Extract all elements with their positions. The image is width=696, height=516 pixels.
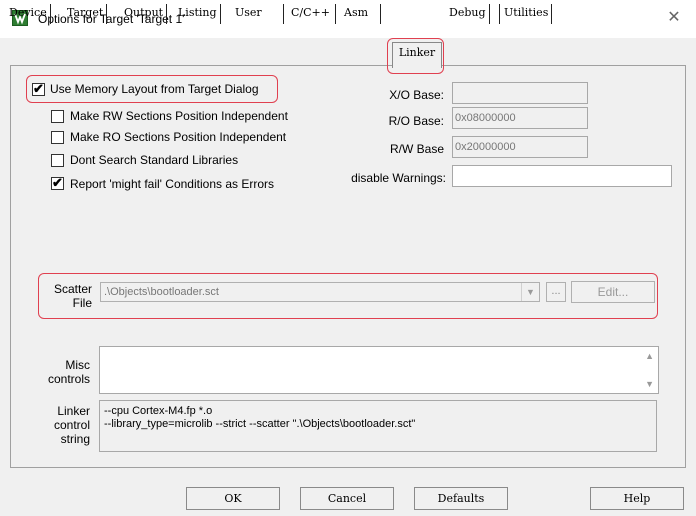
- tab-utilities[interactable]: Utilities: [499, 4, 553, 24]
- use-memory-layout-checkbox[interactable]: ✔: [32, 81, 45, 96]
- scroll-down-icon[interactable]: ▼: [645, 379, 654, 389]
- tab-asm[interactable]: Asm: [341, 4, 381, 24]
- rw-independent-label: Make RW Sections Position Independent: [70, 109, 288, 123]
- scatter-label-line2: File: [72, 296, 92, 310]
- checkmark-icon: ✔: [33, 81, 44, 96]
- ro-independent-label: Make RO Sections Position Independent: [70, 130, 287, 144]
- tab-debug[interactable]: Debug: [446, 4, 490, 24]
- ro-base-label: R/O Base:: [388, 114, 444, 128]
- tab-linker[interactable]: Linker: [392, 42, 442, 68]
- linker-control-line1: --cpu Cortex-M4.fp *.o: [104, 405, 213, 417]
- tab-c-cpp[interactable]: C/C++: [288, 4, 336, 24]
- checkmark-icon: ✔: [52, 175, 63, 190]
- tab-device[interactable]: Device: [6, 4, 51, 24]
- tab-user[interactable]: User: [232, 4, 284, 24]
- xo-base-label: X/O Base:: [389, 88, 444, 102]
- rw-independent-checkbox[interactable]: [51, 110, 64, 123]
- cancel-button[interactable]: Cancel: [300, 487, 394, 510]
- ro-independent-checkbox[interactable]: [51, 131, 64, 144]
- misc-controls-textarea[interactable]: ▲ ▼: [99, 346, 659, 394]
- defaults-button[interactable]: Defaults: [414, 487, 508, 510]
- disable-warnings-label: disable Warnings:: [351, 171, 446, 185]
- ok-button[interactable]: OK: [186, 487, 280, 510]
- linker-label-line2: control: [53, 418, 90, 432]
- linker-control-string: --cpu Cortex-M4.fp *.o --library_type=mi…: [99, 400, 657, 452]
- scroll-up-icon[interactable]: ▲: [645, 351, 654, 361]
- dont-search-libs-label: Dont Search Standard Libraries: [70, 153, 239, 167]
- scatter-label-line1: Scatter: [53, 282, 92, 296]
- use-memory-layout-label: Use Memory Layout from Target Dialog: [50, 82, 259, 96]
- tab-output[interactable]: Output: [121, 4, 168, 24]
- tab-listing[interactable]: Listing: [175, 4, 221, 24]
- report-might-fail-label: Report 'might fail' Conditions as Errors: [70, 177, 274, 191]
- misc-label-line1: Misc: [65, 358, 90, 372]
- xo-base-field[interactable]: [452, 82, 588, 104]
- edit-button[interactable]: Edit...: [571, 281, 655, 303]
- chevron-down-icon[interactable]: ▼: [521, 283, 539, 301]
- linker-label-line3: string: [60, 432, 90, 446]
- tab-target[interactable]: Target: [64, 4, 108, 24]
- scatter-file-label: Scatter File: [44, 282, 92, 310]
- browse-button[interactable]: ...: [546, 282, 566, 302]
- scatter-file-combobox[interactable]: .\Objects\bootloader.sct: [100, 282, 540, 302]
- linker-control-line2: --library_type=microlib --strict --scatt…: [104, 418, 416, 430]
- ro-base-field[interactable]: 0x08000000: [452, 107, 588, 129]
- close-button[interactable]: ✕: [660, 6, 688, 30]
- linker-control-label: Linker control string: [40, 404, 90, 446]
- misc-label-line2: controls: [47, 372, 90, 386]
- misc-controls-label: Misc controls: [40, 358, 90, 386]
- dont-search-libs-checkbox[interactable]: [51, 154, 64, 167]
- rw-base-field[interactable]: 0x20000000: [452, 136, 588, 158]
- rw-base-label: R/W Base: [389, 142, 444, 156]
- disable-warnings-field[interactable]: [452, 165, 672, 187]
- report-might-fail-checkbox[interactable]: ✔: [51, 175, 64, 190]
- help-button[interactable]: Help: [590, 487, 684, 510]
- linker-label-line1: Linker: [57, 404, 90, 418]
